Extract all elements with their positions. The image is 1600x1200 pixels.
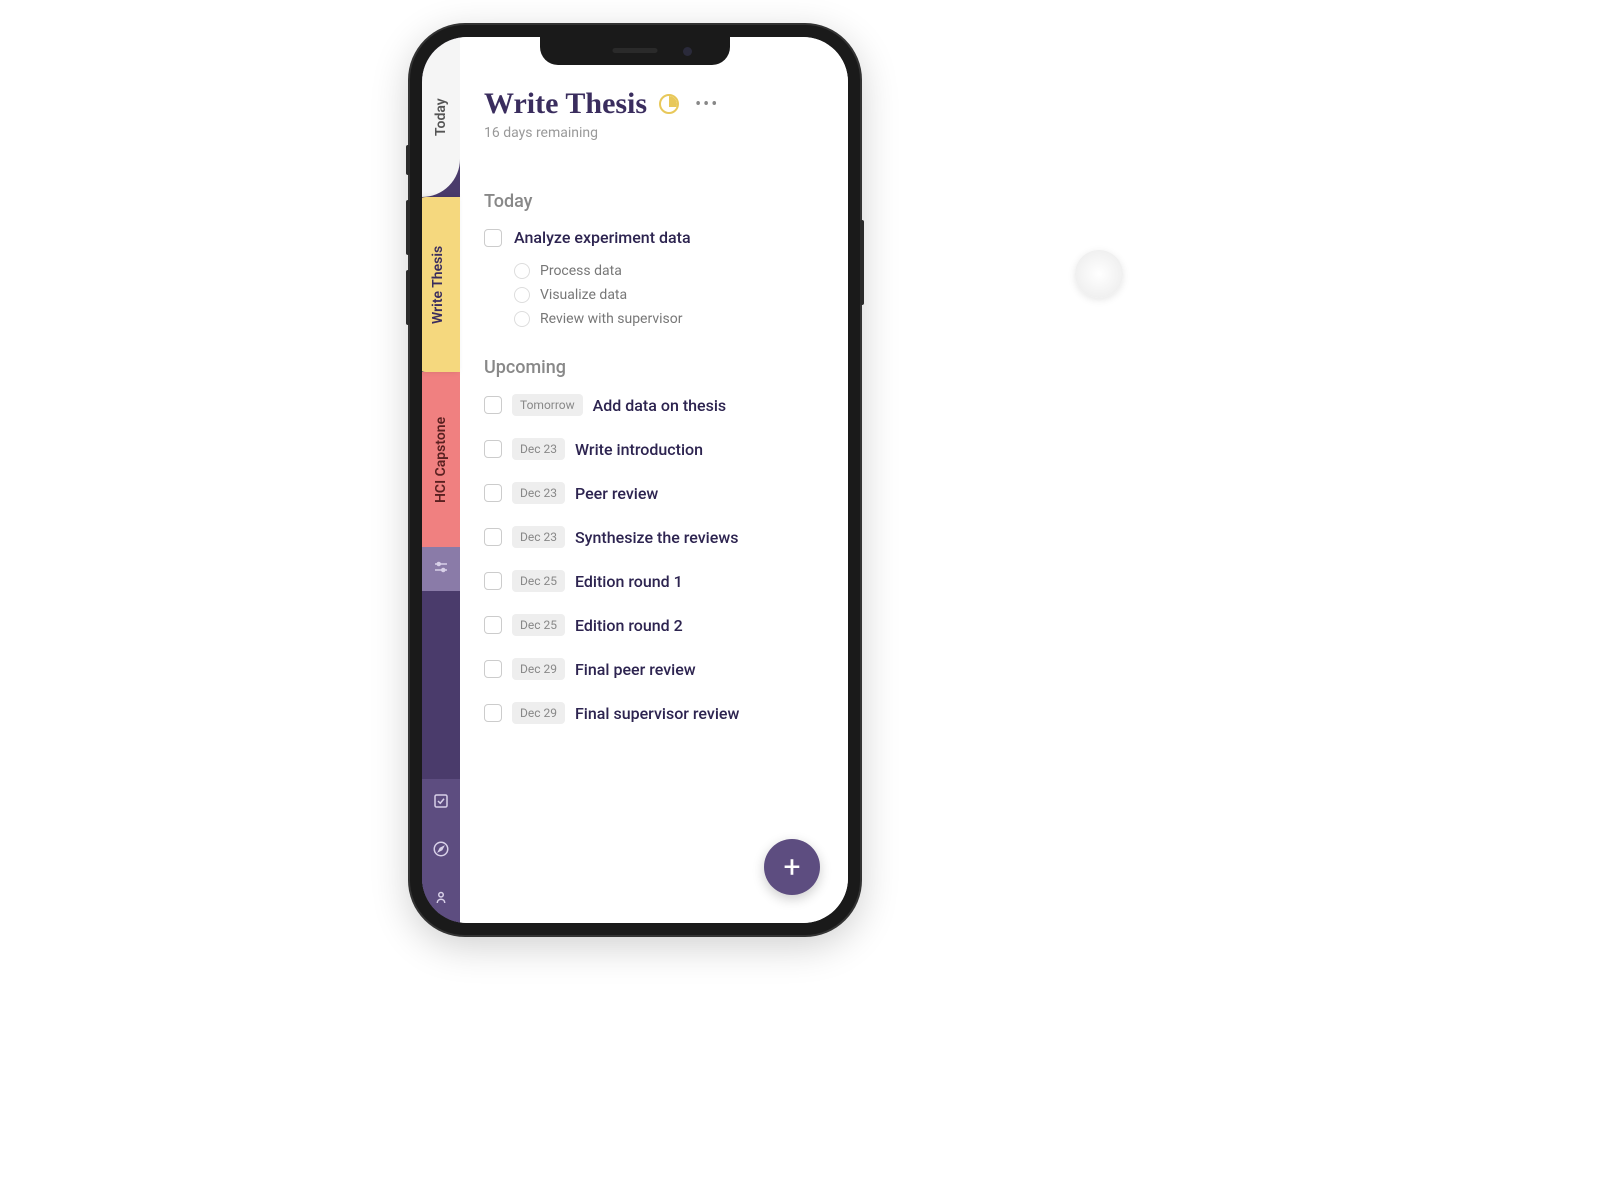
tab-label: HCI Capstone (433, 416, 449, 502)
section-title-upcoming: Upcoming (484, 357, 824, 378)
checkbox-icon (432, 792, 450, 814)
task-row: Dec 25 Edition round 1 (484, 570, 824, 592)
date-badge: Dec 29 (512, 702, 565, 724)
task-row: Dec 25 Edition round 2 (484, 614, 824, 636)
subtitle: 16 days remaining (484, 125, 824, 141)
task-row: Tomorrow Add data on thesis (484, 394, 824, 416)
date-badge: Tomorrow (512, 394, 583, 416)
task-row: Analyze experiment data (484, 228, 824, 247)
subtask-text[interactable]: Process data (540, 263, 622, 279)
subtask-radio[interactable] (514, 263, 530, 279)
task-text[interactable]: Add data on thesis (593, 396, 726, 415)
task-checkbox[interactable] (484, 572, 502, 590)
subtask-row: Visualize data (514, 287, 824, 303)
section-title-today: Today (484, 191, 824, 212)
date-badge: Dec 23 (512, 526, 565, 548)
task-checkbox[interactable] (484, 660, 502, 678)
subtask-list: Process data Visualize data Review with … (514, 263, 824, 327)
date-badge: Dec 23 (512, 482, 565, 504)
checklist-button[interactable] (422, 779, 460, 827)
subtask-text[interactable]: Visualize data (540, 287, 627, 303)
add-button[interactable]: + (764, 839, 820, 895)
subtask-radio[interactable] (514, 311, 530, 327)
task-checkbox[interactable] (484, 616, 502, 634)
header: Write Thesis ••• (484, 87, 824, 121)
tab-label: Today (433, 98, 449, 136)
progress-icon (659, 94, 679, 114)
phone-notch (540, 37, 730, 65)
date-badge: Dec 23 (512, 438, 565, 460)
task-text[interactable]: Write introduction (575, 440, 703, 459)
cursor-indicator (1075, 250, 1123, 298)
main-content: Write Thesis ••• 16 days remaining Today… (460, 37, 848, 923)
subtask-radio[interactable] (514, 287, 530, 303)
task-text[interactable]: Edition round 1 (575, 572, 683, 591)
tab-today[interactable]: Today (422, 37, 460, 197)
tab-label: Write Thesis (430, 245, 446, 323)
plus-icon: + (783, 850, 800, 885)
subtask-text[interactable]: Review with supervisor (540, 311, 683, 327)
task-checkbox[interactable] (484, 440, 502, 458)
date-badge: Dec 29 (512, 658, 565, 680)
sliders-icon (432, 558, 450, 580)
task-row: Dec 23 Write introduction (484, 438, 824, 460)
task-row: Dec 23 Peer review (484, 482, 824, 504)
side-button (406, 200, 410, 255)
side-button (860, 220, 864, 305)
date-badge: Dec 25 (512, 614, 565, 636)
phone-frame: Today Write Thesis HCI Capstone (410, 25, 860, 935)
task-checkbox[interactable] (484, 704, 502, 722)
filter-button[interactable] (422, 547, 460, 591)
task-text[interactable]: Peer review (575, 484, 658, 503)
task-text[interactable]: Edition round 2 (575, 616, 683, 635)
explore-button[interactable] (422, 827, 460, 875)
profile-button[interactable] (422, 875, 460, 923)
task-row: Dec 29 Final supervisor review (484, 702, 824, 724)
person-icon (432, 888, 450, 910)
tab-hci-capstone[interactable]: HCI Capstone (422, 372, 460, 547)
task-text[interactable]: Synthesize the reviews (575, 528, 738, 547)
more-button[interactable]: ••• (695, 94, 719, 115)
tab-write-thesis[interactable]: Write Thesis (422, 197, 460, 372)
task-checkbox[interactable] (484, 229, 502, 247)
task-checkbox[interactable] (484, 484, 502, 502)
date-badge: Dec 25 (512, 570, 565, 592)
task-checkbox[interactable] (484, 528, 502, 546)
side-button (406, 145, 410, 175)
page-title: Write Thesis (484, 87, 647, 121)
sidebar: Today Write Thesis HCI Capstone (422, 37, 460, 923)
subtask-row: Process data (514, 263, 824, 279)
compass-icon (432, 840, 450, 862)
subtask-row: Review with supervisor (514, 311, 824, 327)
task-row: Dec 23 Synthesize the reviews (484, 526, 824, 548)
task-checkbox[interactable] (484, 396, 502, 414)
task-row: Dec 29 Final peer review (484, 658, 824, 680)
task-text[interactable]: Final peer review (575, 660, 696, 679)
task-text[interactable]: Final supervisor review (575, 704, 739, 723)
side-button (406, 270, 410, 325)
task-text[interactable]: Analyze experiment data (514, 228, 691, 247)
